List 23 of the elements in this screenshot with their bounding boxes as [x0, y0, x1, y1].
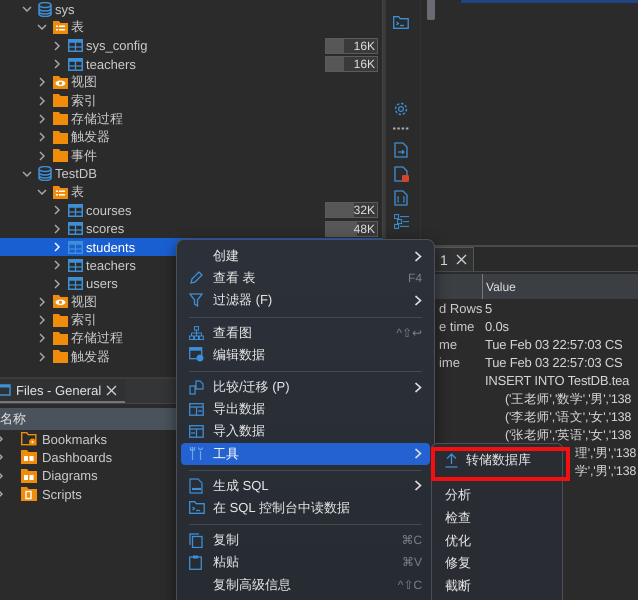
property-value: ('张老师','英语','女','138 — [505, 426, 632, 444]
property-value: Tue Feb 03 22:57:03 CS — [485, 355, 622, 370]
size-meter: 48K — [325, 220, 378, 237]
shortcut-text: ^⇧↩ — [396, 326, 422, 340]
property-name: e time — [439, 318, 474, 334]
property-value: 0.0s — [485, 318, 509, 334]
property-value: ('李老师','语文','女','138 — [505, 408, 632, 426]
shortcut-text: ⌘V — [402, 555, 422, 570]
property-name: ime — [439, 355, 460, 370]
property-value: 5 — [485, 300, 492, 316]
property-value: ('王老师','数学','男','138 — [505, 390, 632, 408]
property-name: me — [439, 336, 458, 352]
size-meter: 16K — [325, 56, 378, 72]
size-meter: 16K — [325, 38, 378, 54]
size-meter: 32K — [325, 202, 378, 218]
property-value: 学','男','138 — [575, 463, 636, 480]
property-name: d Rows — [439, 300, 482, 316]
property-value: INSERT INTO TestDB.tea — [485, 373, 630, 388]
shortcut-text: F4 — [408, 271, 422, 286]
shortcut-text: ⌘C — [401, 533, 422, 548]
shortcut-text: ^⇧C — [398, 578, 422, 592]
property-value: 理','男','138 — [575, 445, 636, 462]
property-value: Tue Feb 03 22:57:03 CS — [485, 336, 622, 352]
